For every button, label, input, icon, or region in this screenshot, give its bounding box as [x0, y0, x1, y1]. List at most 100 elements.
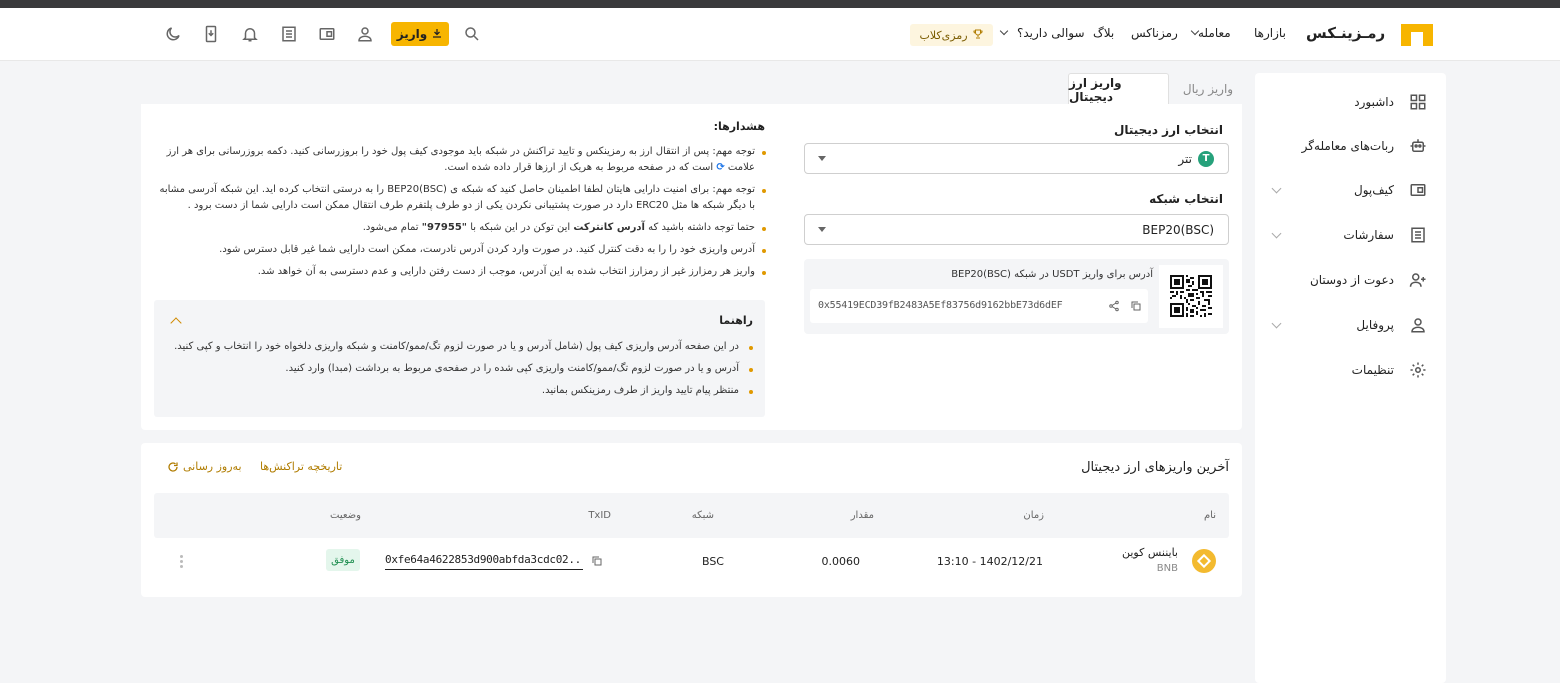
logo-text: رمـزینـکس	[1306, 24, 1386, 42]
col-name: نام	[1203, 510, 1216, 521]
profile-icon	[1408, 315, 1428, 335]
currency-select[interactable]: T تتر	[804, 143, 1229, 174]
copy-icon[interactable]	[1130, 300, 1142, 312]
refresh-link[interactable]: به‌روز رسانی	[183, 460, 242, 473]
history-link[interactable]: تاریخچه تراکنش‌ها	[260, 460, 342, 473]
chevron-down-icon[interactable]	[1271, 228, 1282, 239]
deposit-card: انتخاب ارز دیجیتال T تتر انتخاب شبکه BEP…	[141, 104, 1242, 430]
network-value: BEP20(BSC)	[1142, 222, 1214, 237]
header: رمـزینـکس بازارها معامله رمزناکس بلاگ سو…	[0, 8, 1560, 61]
share-icon[interactable]	[1108, 300, 1120, 312]
nav-faq-chevron-icon[interactable]	[999, 26, 1009, 36]
bell-icon[interactable]	[241, 25, 259, 43]
club-label: رمزی‌کلاب	[919, 28, 968, 42]
tab-rial-deposit[interactable]: واریز ریال	[1173, 73, 1243, 105]
coin-symbol: BNB	[1156, 563, 1178, 574]
sidebar-item-dashboard[interactable]: داشبورد	[1273, 89, 1428, 115]
table-header: نام زمان مقدار شبکه TxID وضعیت	[154, 493, 1229, 538]
qr-code	[1159, 265, 1223, 328]
sidebar-item-label: داشبورد	[1354, 95, 1394, 109]
history-title: آخرین واریزهای ارز دیجیتال	[1081, 460, 1229, 475]
more-options-icon[interactable]	[180, 555, 183, 569]
chevron-down-icon[interactable]	[1271, 183, 1282, 194]
status-badge: موفق	[326, 549, 360, 571]
settings-icon	[1408, 360, 1428, 380]
guide-panel: راهنما در این صفحه آدرس واریزی کیف پول (…	[154, 300, 765, 417]
nav-ramzinex[interactable]: رمزناکس	[1131, 26, 1178, 40]
guide-item: آدرس و یا در صورت لزوم تگ/ممو/کامنت واری…	[168, 362, 753, 376]
sidebar-item-label: دعوت از دوستان	[1309, 273, 1394, 287]
deposit-label: واریز	[396, 27, 428, 41]
club-button[interactable]: رمزی‌کلاب	[910, 24, 993, 46]
address-field[interactable]: 0x55419ECD39fB2483A5Ef83756d9162bbE73d6d…	[810, 289, 1148, 323]
history-card: آخرین واریزهای ارز دیجیتال تاریخچه تراکن…	[141, 443, 1242, 597]
nav-markets[interactable]: بازارها	[1254, 26, 1286, 40]
sidebar: داشبورد ربات‌های معامله‌گر کیف‌پول سفارش…	[1255, 73, 1446, 683]
col-time: زمان	[1023, 510, 1044, 521]
deposit-network: BSC	[701, 555, 724, 568]
address-box: آدرس برای واریز USDT در شبکه BEP20(BSC) …	[804, 259, 1229, 334]
sidebar-item-robots[interactable]: ربات‌های معامله‌گر	[1273, 133, 1428, 159]
sidebar-item-wallet[interactable]: کیف‌پول	[1271, 177, 1428, 203]
logo-mark-icon	[1401, 24, 1433, 46]
col-network: شبکه	[691, 510, 714, 521]
warning-item: آدرس واریزی خود را را به دقت کنترل کنید.…	[153, 242, 766, 258]
nav-trade[interactable]: معامله	[1198, 26, 1231, 40]
sidebar-item-orders[interactable]: سفارشات	[1271, 222, 1428, 248]
coin-name: بایننس کوین	[1122, 546, 1178, 559]
deposit-button[interactable]: واریز	[391, 22, 449, 46]
guide-item: در این صفحه آدرس واریزی کیف پول (شامل آد…	[168, 340, 753, 354]
dark-mode-icon[interactable]	[164, 25, 182, 43]
col-txid: TxID	[588, 510, 611, 521]
dashboard-icon	[1408, 92, 1428, 112]
network-select[interactable]: BEP20(BSC)	[804, 214, 1229, 245]
guide-title: راهنما	[719, 314, 753, 327]
chevron-up-icon[interactable]	[170, 317, 182, 329]
nav-faq[interactable]: سوالی دارید؟	[1017, 26, 1085, 40]
chevron-down-icon[interactable]	[1271, 318, 1282, 329]
warning-item: توجه مهم: برای امنیت دارایی هایتان لطفا …	[153, 182, 766, 214]
network-label: انتخاب شبکه	[1149, 192, 1223, 206]
sidebar-item-label: سفارشات	[1343, 228, 1394, 242]
orders-icon[interactable]	[280, 25, 298, 43]
address-value[interactable]: 0x55419ECD39fB2483A5Ef83756d9162bbE73d6d…	[818, 300, 1063, 311]
tab-crypto-deposit[interactable]: واریز ارز دیجیتال	[1068, 73, 1169, 105]
download-icon	[431, 27, 443, 42]
sidebar-item-profile[interactable]: پروفایل	[1271, 312, 1428, 338]
guide-list: در این صفحه آدرس واریزی کیف پول (شامل آد…	[168, 340, 753, 406]
txid-link[interactable]: 0xfe64a4622853d900abfda3cdc02...	[385, 553, 583, 570]
col-amount: مقدار	[850, 510, 874, 521]
orders-icon	[1408, 225, 1428, 245]
warnings-title: هشدارها:	[713, 120, 765, 133]
sidebar-item-label: ربات‌های معامله‌گر	[1301, 139, 1394, 153]
caret-down-icon	[818, 227, 826, 232]
top-strip	[0, 0, 1560, 8]
mobile-app-icon[interactable]	[202, 25, 220, 43]
warning-item: حتما توجه داشته باشید که آدرس کانترکت ای…	[153, 220, 766, 236]
copy-icon[interactable]	[591, 555, 603, 567]
sidebar-item-label: کیف‌پول	[1353, 183, 1394, 197]
warnings-list: توجه مهم: پس از انتقال ارز به رمزینکس و …	[153, 144, 766, 286]
sidebar-item-invite[interactable]: دعوت از دوستان	[1273, 267, 1428, 293]
search-icon[interactable]	[463, 25, 481, 43]
wallet-icon	[1408, 180, 1428, 200]
currency-label: انتخاب ارز دیجیتال	[1113, 123, 1223, 137]
sidebar-item-label: تنظیمات	[1351, 363, 1394, 377]
sidebar-item-settings[interactable]: تنظیمات	[1273, 357, 1428, 383]
tether-icon: T	[1198, 150, 1214, 167]
wallet-icon[interactable]	[318, 25, 336, 43]
sidebar-item-label: پروفایل	[1356, 318, 1394, 332]
deposit-time: 13:10 - 1402/12/21	[936, 555, 1043, 568]
warning-item: واریز هر رمزارز غیر از رمزارز انتخاب شده…	[153, 264, 766, 280]
invite-icon	[1408, 270, 1428, 290]
deposit-tabs: واریز ارز دیجیتال واریز ریال	[1068, 73, 1243, 105]
deposit-amount: 0.0060	[821, 555, 861, 568]
col-status: وضعیت	[330, 510, 361, 521]
nav-blog[interactable]: بلاگ	[1093, 26, 1114, 40]
logo[interactable]: رمـزینـکس	[1306, 22, 1436, 48]
user-icon[interactable]	[356, 25, 374, 43]
robot-icon	[1408, 136, 1428, 156]
refresh-icon[interactable]	[167, 461, 179, 473]
warning-item: توجه مهم: پس از انتقال ارز به رمزینکس و …	[153, 144, 766, 176]
currency-value: تتر	[1178, 151, 1192, 166]
